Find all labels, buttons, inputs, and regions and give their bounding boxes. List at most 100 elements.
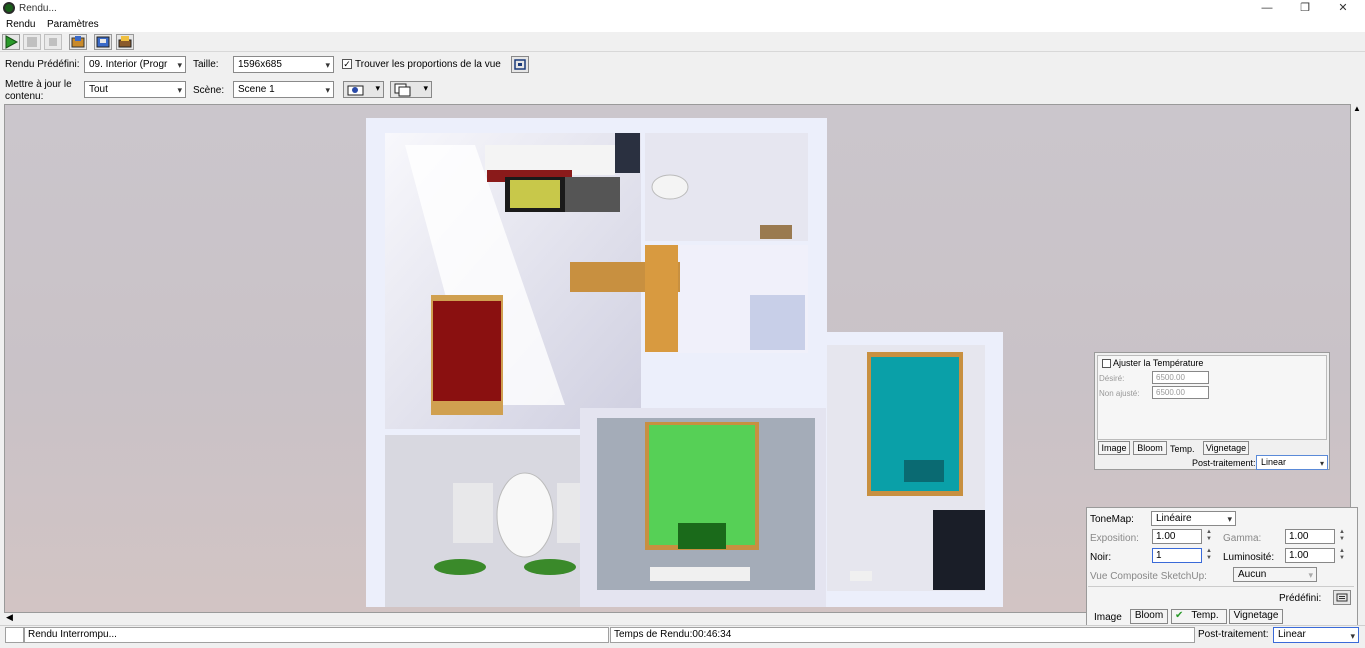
chevron-down-icon: ▾ [325,85,330,95]
chevron-down-icon: ▾ [1227,514,1232,524]
render-time: Temps de Rendu:00:46:34 [610,627,1195,643]
size-value: 1596x685 [238,59,282,70]
play-icon [5,35,19,49]
preset-dropdown[interactable]: 09. Interior (Progr ▾ [84,56,186,73]
pause-button[interactable] [23,34,41,50]
scroll-up-icon[interactable]: ▲ [1353,104,1361,113]
render-status: Rendu Interrompu... [24,627,609,643]
maximize-button[interactable]: ❐ [1285,0,1325,18]
proportions-label: Trouver les proportions de la vue [355,59,501,70]
list-icon [1336,593,1348,602]
temp-panel-tab-temp[interactable]: Temp. [1170,444,1195,454]
black-spinner[interactable]: ▲ ▼ [1205,548,1213,563]
update-label-line2: contenu: [5,91,44,102]
preset-list-button[interactable] [1333,590,1351,605]
tone-tab-image[interactable]: Image [1094,612,1122,623]
preset-value: 09. Interior (Progr [89,59,168,70]
gamma-spinner[interactable]: ▲ ▼ [1338,529,1346,544]
exposure-input[interactable]: 1.00 [1152,529,1202,544]
exposure-spinner[interactable]: ▲ ▼ [1205,529,1213,544]
composite-label: Vue Composite SketchUp: [1090,571,1207,582]
temp-panel-post-dropdown[interactable]: Linear ▾ [1256,455,1328,470]
luminosity-input[interactable]: 1.00 [1285,548,1335,563]
menu-parametres[interactable]: Paramètres [47,19,99,30]
chevron-down-icon: ▾ [177,60,182,70]
play-button[interactable] [2,34,20,50]
preset-label: Rendu Prédéfini: [5,59,80,70]
size-dropdown[interactable]: 1596x685 ▾ [233,56,334,73]
scene-label: Scène: [193,85,225,96]
window-icon [394,83,411,97]
update-label-line1: Mettre à jour le [5,79,72,90]
window-title: Rendu... [19,3,57,14]
status-indicator [5,627,24,643]
window-dropdown[interactable]: ▾ [390,81,432,98]
post-processing-label: Post-traitement: [1198,629,1269,640]
export-icon [71,36,85,48]
scroll-left-icon[interactable]: ◀ [6,612,13,623]
tone-tab-bloom[interactable]: Bloom [1130,609,1168,624]
stop-icon [49,38,57,46]
close-button[interactable]: ✕ [1323,0,1363,18]
update-value: Tout [89,84,108,95]
temp-panel-tab-vignetage[interactable]: Vignetage [1203,441,1249,455]
composite-value: Aucun [1238,569,1267,580]
size-label: Taille: [193,59,219,70]
pause-icon [27,37,37,47]
desired-input[interactable]: 6500.00 [1152,371,1209,384]
tone-tab-vignetage[interactable]: Vignetage [1229,609,1283,624]
chevron-down-icon: ▾ [1308,570,1313,580]
camera-icon [347,85,364,96]
export-button[interactable] [69,34,87,50]
temp-panel-post-value: Linear [1261,457,1287,467]
chevron-down-icon: ▾ [1350,631,1355,641]
chevron-down-icon: ▾ [177,85,182,95]
menu-bar [0,18,1365,32]
update-dropdown[interactable]: Tout ▾ [84,81,186,98]
scene-value: Scene 1 [238,84,275,95]
scene-dropdown[interactable]: Scene 1 ▾ [233,81,334,98]
adjust-temperature-label: Ajuster la Température [1113,358,1204,368]
temp-panel-tab-image[interactable]: Image [1098,441,1130,455]
menu-rendu[interactable]: Rendu [6,19,35,30]
gamma-input[interactable]: 1.00 [1285,529,1335,544]
fit-view-icon [514,59,526,70]
post-processing-dropdown[interactable]: Linear ▾ [1273,627,1359,643]
unadjusted-label: Non ajusté: [1099,389,1140,398]
fit-view-button[interactable] [511,56,529,73]
save-button[interactable] [94,34,112,50]
save-icon [96,36,110,48]
tone-tab-temp-label: Temp. [1191,610,1219,621]
unadjusted-input[interactable]: 6500.00 [1152,386,1209,399]
tonemap-dropdown[interactable]: Linéaire ▾ [1151,511,1236,526]
check-icon: ✔ [1175,610,1184,621]
desired-label: Désiré: [1099,374,1125,383]
stop-button[interactable] [44,34,62,50]
print-icon [118,36,132,48]
chevron-down-icon: ▾ [375,83,380,93]
luminosity-spinner[interactable]: ▲ ▼ [1338,548,1346,563]
temp-panel-post-label: Post-traitement: [1192,458,1256,468]
title-bar [0,0,1365,18]
print-button[interactable] [116,34,134,50]
chevron-down-icon: ▾ [423,83,428,93]
gamma-label: Gamma: [1223,533,1262,544]
black-input[interactable]: 1 [1152,548,1202,563]
minimize-button[interactable]: — [1247,0,1287,18]
proportions-checkbox[interactable]: ✓ [342,59,352,69]
adjust-temperature-checkbox[interactable] [1102,359,1111,368]
tonemap-value: Linéaire [1156,513,1192,524]
chevron-down-icon: ▾ [325,60,330,70]
preset-small-label: Prédéfini: [1279,593,1322,604]
temp-panel-tab-bloom[interactable]: Bloom [1133,441,1167,455]
composite-dropdown[interactable]: Aucun ▾ [1233,567,1317,582]
app-logo-icon [3,2,15,14]
tonemap-label: ToneMap: [1090,514,1134,525]
toolbar [0,32,1365,52]
black-label: Noir: [1090,552,1112,563]
camera-dropdown[interactable]: ▾ [343,81,384,98]
chevron-down-icon: ▾ [1319,459,1324,468]
tone-tab-temp[interactable]: ✔ Temp. [1171,609,1227,624]
divider [1088,586,1354,587]
luminosity-label: Luminosité: [1223,552,1275,563]
